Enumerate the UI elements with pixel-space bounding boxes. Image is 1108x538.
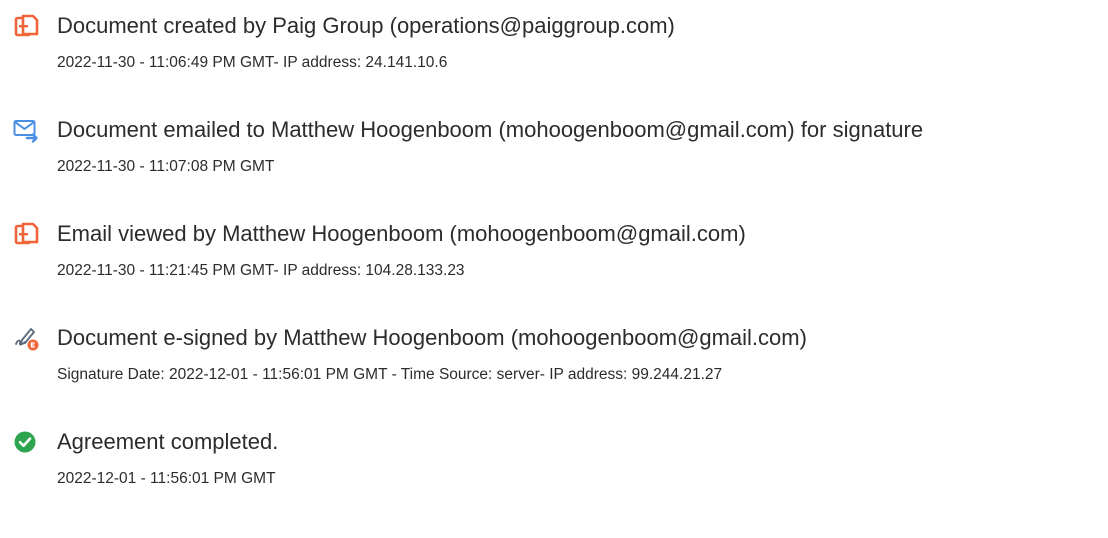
email-sent-icon [13,117,39,143]
audit-event-email-viewed: Email viewed by Matthew Hoogenboom (moho… [0,221,1108,301]
event-detail: Signature Date: 2022-12-01 - 11:56:01 PM… [57,366,723,383]
email-viewed-icon [13,221,39,247]
check-circle-icon [13,429,39,455]
event-detail: 2022-12-01 - 11:56:01 PM GMT [57,470,276,487]
event-title: Agreement completed. [57,429,279,454]
event-title: Document e-signed by Matthew Hoogenboom … [57,325,807,350]
document-created-icon [13,13,39,39]
audit-event-agreement-completed: Agreement completed. 2022-12-01 - 11:56:… [0,429,1108,509]
event-title: Document emailed to Matthew Hoogenboom (… [57,117,924,142]
event-detail: 2022-11-30 - 11:21:45 PM GMT- IP address… [57,262,465,279]
event-title: Email viewed by Matthew Hoogenboom (moho… [57,221,746,246]
event-detail: 2022-11-30 - 11:07:08 PM GMT [57,158,275,175]
audit-event-document-esigned: Document e-signed by Matthew Hoogenboom … [0,325,1108,405]
audit-event-document-created: Document created by Paig Group (operatio… [0,13,1108,93]
audit-event-document-emailed: Document emailed to Matthew Hoogenboom (… [0,117,1108,197]
event-title: Document created by Paig Group (operatio… [57,13,675,38]
event-detail: 2022-11-30 - 11:06:49 PM GMT- IP address… [57,54,448,71]
e-sign-pen-icon [13,325,39,351]
